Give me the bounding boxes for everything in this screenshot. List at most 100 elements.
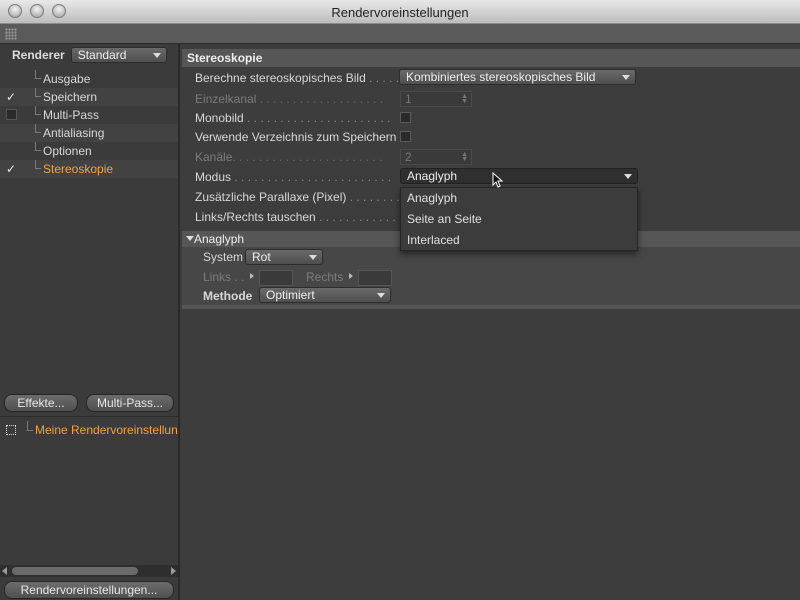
mode-value: Anaglyph xyxy=(407,169,458,183)
tree-line xyxy=(27,421,33,431)
tree-line xyxy=(35,124,41,133)
left-color-swatch[interactable] xyxy=(259,270,293,286)
tree-line xyxy=(35,70,41,79)
tree-line xyxy=(35,106,41,115)
render-settings-button[interactable]: Rendervoreinstellungen... xyxy=(4,581,174,599)
single-channel-value: 1 xyxy=(405,92,412,106)
compute-stereo-dropdown[interactable]: Kombiniertes stereoskopisches Bild xyxy=(399,69,636,85)
mode-dropdown[interactable]: Anaglyph xyxy=(400,168,638,184)
multi-pass-button[interactable]: Multi-Pass... xyxy=(86,394,174,412)
right-color-row: Rechts xyxy=(306,268,343,286)
channels-field[interactable]: 2 ▲ ▼ xyxy=(400,149,472,165)
tree-line xyxy=(35,142,41,151)
sidebar-item-stereoskopie[interactable]: ✓ Stereoskopie xyxy=(0,160,178,178)
sidebar-item-label: Speichern xyxy=(43,90,98,104)
leader-dots: . . . . . . . . . . . . . . . . . . . xyxy=(256,92,384,106)
mono-row: Monobild . . . . . . . . . . . . . . . .… xyxy=(195,109,390,127)
grip-icon[interactable] xyxy=(5,28,17,40)
leader-dots: . . . . . . . . . . . . . . . . . . . . … xyxy=(232,150,383,164)
right-color-swatch[interactable] xyxy=(358,270,392,286)
mono-label: Monobild xyxy=(195,111,244,125)
expand-triangle-icon[interactable] xyxy=(186,236,194,241)
sidebar-item-label: Multi-Pass xyxy=(43,108,100,122)
compute-stereo-label: Berechne stereoskopisches Bild xyxy=(195,71,366,85)
mouse-cursor-icon xyxy=(492,172,504,188)
system-dropdown[interactable]: Rot xyxy=(245,249,323,265)
menu-item-interlaced[interactable]: Interlaced xyxy=(401,230,637,251)
swap-label: Links/Rechts tauschen xyxy=(195,210,316,224)
left-color-row: Links . . xyxy=(203,268,244,286)
settings-nav: Ausgabe ✓ Speichern Multi-Pass Antialias… xyxy=(0,70,178,178)
expand-arrow-icon[interactable] xyxy=(250,273,254,279)
tree-line xyxy=(35,160,41,169)
method-value: Optimiert xyxy=(266,288,315,302)
horizontal-scrollbar[interactable] xyxy=(0,565,178,577)
leader-dots: . . . . . . . . . . . . xyxy=(315,210,396,224)
channels-value: 2 xyxy=(405,150,412,164)
mode-row: Modus . . . . . . . . . . . . . . . . . … xyxy=(195,168,391,186)
sidebar-item-label: Antialiasing xyxy=(43,126,105,140)
compute-stereo-value: Kombiniertes stereoskopisches Bild xyxy=(406,70,596,84)
parallax-row: Zusätzliche Parallaxe (Pixel) . . . . . … xyxy=(195,188,400,206)
checkmark-icon[interactable]: ✓ xyxy=(6,91,18,103)
sidebar-item-optionen[interactable]: Optionen xyxy=(0,142,178,160)
arrow-left-icon[interactable] xyxy=(2,567,7,575)
toolbar xyxy=(0,24,800,44)
leader-dots: . . . . . . . . . . . . . . . . . . . . … xyxy=(231,170,392,184)
menu-item-anaglyph[interactable]: Anaglyph xyxy=(401,188,637,209)
renderer-value: Standard xyxy=(77,48,127,62)
stereo-panel: Stereoskopie Berechne stereoskopisches B… xyxy=(182,44,800,600)
chevron-down-icon xyxy=(152,53,161,58)
effects-button[interactable]: Effekte... xyxy=(4,394,78,412)
left-color-label: Links . . xyxy=(203,270,245,284)
menu-item-side-by-side[interactable]: Seite an Seite xyxy=(401,209,637,230)
method-label: Methode xyxy=(203,289,253,303)
leader-dots: . . . . . xyxy=(365,71,400,85)
sidebar-item-ausgabe[interactable]: Ausgabe xyxy=(0,70,178,88)
renderer-row: Renderer Standard xyxy=(12,46,167,64)
mono-checkbox[interactable] xyxy=(400,112,411,123)
anaglyph-title: Anaglyph xyxy=(194,232,245,246)
section-title: Stereoskopie xyxy=(182,49,800,67)
chevron-down-icon xyxy=(377,293,385,298)
chevron-down-icon xyxy=(622,75,630,80)
stepper-icon[interactable]: ▲ ▼ xyxy=(461,93,468,105)
use-directory-checkbox[interactable] xyxy=(400,131,411,142)
render-settings-name: Meine Rendervoreinstellun xyxy=(35,423,178,437)
render-settings-icon xyxy=(6,425,16,435)
sidebar-item-multi-pass[interactable]: Multi-Pass xyxy=(0,106,178,124)
compute-stereo-row: Berechne stereoskopisches Bild . . . . . xyxy=(195,69,399,87)
channels-label: Kanäle xyxy=(195,150,233,164)
scrollbar-thumb[interactable] xyxy=(12,567,138,575)
sidebar: Renderer Standard Ausgabe ✓ Speichern Mu… xyxy=(0,44,180,600)
mode-label: Modus xyxy=(195,170,232,184)
expand-arrow-icon[interactable] xyxy=(349,273,353,279)
sidebar-item-label: Optionen xyxy=(43,144,92,158)
sidebar-item-speichern[interactable]: ✓ Speichern xyxy=(0,88,178,106)
sidebar-item-label: Ausgabe xyxy=(43,72,91,86)
renderer-label: Renderer xyxy=(12,48,65,62)
multi-pass-checkbox[interactable] xyxy=(6,109,17,120)
use-directory-label: Verwende Verzeichnis zum Speichern xyxy=(195,130,397,144)
parallax-label: Zusätzliche Parallaxe (Pixel) xyxy=(195,190,347,204)
single-channel-row: Einzelkanal . . . . . . . . . . . . . . … xyxy=(195,90,383,108)
title-bar: Rendervoreinstellungen xyxy=(0,0,800,24)
chevron-down-icon xyxy=(624,174,632,179)
mode-dropdown-menu: Anaglyph Seite an Seite Interlaced xyxy=(400,187,638,251)
arrow-right-icon[interactable] xyxy=(171,567,176,575)
leader-dots: . . . . . . . . . . . . . . . . . . . . … xyxy=(243,111,391,125)
method-dropdown[interactable]: Optimiert xyxy=(259,287,391,303)
chevron-down-icon xyxy=(309,255,317,260)
swap-row: Links/Rechts tauschen . . . . . . . . . … xyxy=(195,208,396,226)
single-channel-field[interactable]: 1 ▲ ▼ xyxy=(400,91,472,107)
sidebar-item-antialiasing[interactable]: Antialiasing xyxy=(0,124,178,142)
tree-line xyxy=(35,88,41,97)
right-color-label: Rechts xyxy=(306,270,344,284)
method-row: Methode xyxy=(203,287,252,305)
checkmark-icon[interactable]: ✓ xyxy=(6,163,18,175)
system-row: System xyxy=(203,248,243,266)
renderer-dropdown[interactable]: Standard xyxy=(70,47,167,63)
stepper-icon[interactable]: ▲ ▼ xyxy=(461,151,468,163)
sidebar-item-label: Stereoskopie xyxy=(43,162,114,176)
list-item[interactable]: Meine Rendervoreinstellun xyxy=(0,421,178,439)
